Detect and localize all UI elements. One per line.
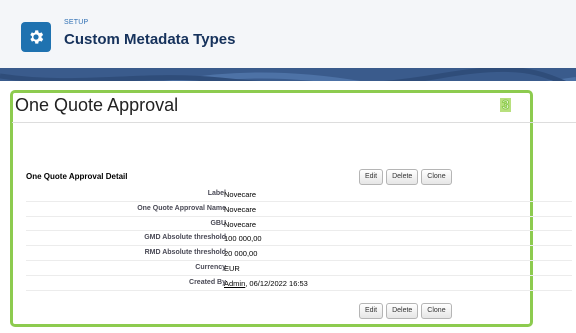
field-label: One Quote Approval Name	[137, 204, 226, 212]
field-row-rmd-threshold: RMD Absolute threshold 20 000,00	[26, 246, 572, 261]
field-value: 100 000,00	[224, 234, 262, 244]
clone-button[interactable]: Clone	[421, 303, 452, 319]
setup-eyebrow: SETUP	[64, 19, 89, 26]
field-row-gbu: GBU Novecare	[26, 217, 572, 232]
field-value: 20 000,00	[224, 249, 258, 259]
field-row-name: One Quote Approval Name Novecare	[26, 202, 572, 217]
created-by-user-link[interactable]: Admin	[224, 279, 245, 288]
field-row-label: Label Novecare	[26, 187, 572, 202]
field-label: RMD Absolute threshold	[144, 249, 226, 257]
detail-heading: One Quote Approval Detail	[26, 172, 128, 181]
created-by-timestamp: , 06/12/2022 16:53	[245, 278, 308, 288]
field-row-currency: Currency EUR	[26, 261, 572, 276]
setup-header: SETUP Custom Metadata Types	[0, 0, 576, 68]
field-value: Novecare	[224, 190, 257, 199]
gear-icon	[21, 22, 51, 52]
top-button-row: Edit Delete Clone	[359, 169, 452, 185]
page-title: Custom Metadata Types	[64, 31, 236, 48]
field-row-created-by: Created By Admin, 06/12/2022 16:53	[26, 276, 572, 291]
field-value: EUR	[224, 263, 240, 273]
delete-button[interactable]: Delete	[386, 169, 419, 185]
field-value: Novecare	[224, 219, 257, 229]
record-title: One Quote Approval	[15, 95, 179, 115]
step-badge: 3	[500, 97, 512, 112]
field-label: Currency	[195, 263, 226, 271]
title-divider	[12, 122, 576, 123]
field-value: Novecare	[224, 204, 257, 214]
detail-fields: Label Novecare One Quote Approval Name N…	[26, 187, 572, 291]
field-label: Created By	[189, 278, 226, 286]
clone-button[interactable]: Clone	[421, 169, 452, 185]
delete-button[interactable]: Delete	[386, 303, 419, 319]
field-value: Admin, 06/12/2022 16:53	[224, 279, 308, 288]
field-label: GMD Absolute threshold	[144, 234, 226, 242]
field-row-gmd-threshold: GMD Absolute threshold 100 000,00	[26, 231, 572, 247]
edit-button[interactable]: Edit	[359, 303, 384, 319]
bottom-button-row: Edit Delete Clone	[359, 303, 452, 319]
edit-button[interactable]: Edit	[359, 169, 384, 185]
